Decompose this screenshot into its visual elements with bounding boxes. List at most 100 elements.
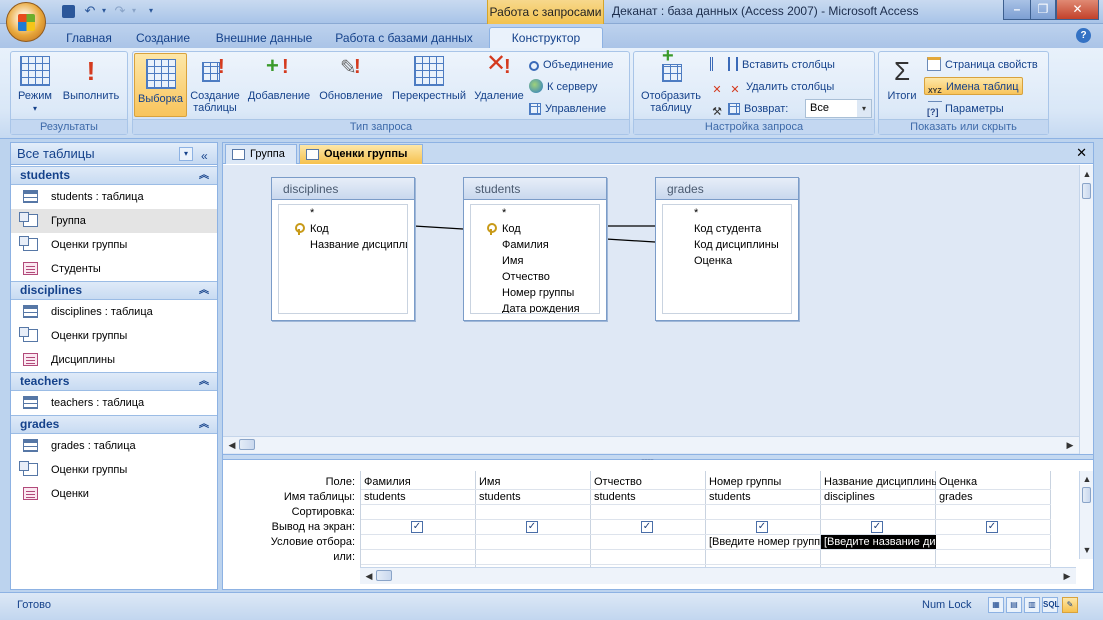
table-cell[interactable]: students (706, 490, 821, 505)
join-line-students-grades-2[interactable] (605, 238, 656, 243)
field-item[interactable]: * (471, 205, 599, 221)
sort-cell[interactable] (476, 505, 591, 520)
criteria-cell[interactable]: [Введите номер группы] (706, 535, 821, 550)
tab-home[interactable]: Главная (58, 28, 120, 48)
chevron-down-icon[interactable]: ▾ (857, 100, 871, 117)
tab-external-data[interactable]: Внешние данные (208, 28, 320, 48)
union-query-button[interactable]: Объединение (529, 56, 613, 74)
totals-button[interactable]: Σ Итоги (882, 56, 922, 118)
show-checkbox[interactable]: ✓ (871, 521, 883, 533)
field-item[interactable]: Код студента (663, 221, 791, 237)
field-item[interactable]: Код дисциплины (663, 237, 791, 253)
nav-group-teachers[interactable]: teachers ︽ (11, 372, 217, 391)
sort-cell[interactable] (361, 505, 476, 520)
table-box-title[interactable]: students (464, 178, 606, 200)
sort-cell[interactable] (706, 505, 821, 520)
field-cell[interactable]: Фамилия (361, 475, 476, 490)
nav-item[interactable]: Студенты (11, 257, 217, 281)
collapse-chevron-icon[interactable]: ︽ (199, 167, 209, 184)
criteria-cell[interactable] (936, 535, 1051, 550)
or-cell[interactable] (936, 550, 1051, 565)
grid-vertical-scrollbar[interactable]: ▲ ▼ (1079, 471, 1093, 559)
scroll-right-icon[interactable]: ▶ (1060, 569, 1074, 583)
nav-item[interactable]: Оценки группы (11, 233, 217, 257)
nav-item[interactable]: Оценки (11, 482, 217, 506)
show-checkbox[interactable]: ✓ (641, 521, 653, 533)
scroll-up-icon[interactable]: ▲ (1080, 472, 1094, 486)
show-table-button[interactable]: + Отобразить таблицу (636, 46, 706, 118)
table-box-title[interactable]: grades (656, 178, 798, 200)
shutter-bar-close-icon[interactable]: « (201, 145, 208, 167)
scroll-thumb[interactable] (376, 570, 392, 581)
delete-query-button[interactable]: ✕! Удаление (471, 52, 527, 118)
field-item[interactable]: Оценка (663, 253, 791, 269)
table-box-disciplines[interactable]: disciplines *КодНазвание дисциплины (271, 177, 415, 321)
field-item[interactable]: Отчество (471, 269, 599, 285)
scroll-right-icon[interactable]: ▶ (1063, 438, 1077, 452)
or-cell[interactable] (821, 550, 936, 565)
save-icon[interactable] (62, 5, 75, 18)
maximize-button[interactable]: ❐ (1030, 0, 1056, 20)
sql-view-button[interactable]: SQL (1042, 597, 1059, 613)
nav-group-grades[interactable]: grades ︽ (11, 415, 217, 434)
nav-item[interactable]: students : таблица (11, 185, 217, 209)
scroll-thumb[interactable] (1082, 487, 1091, 503)
property-sheet-button[interactable]: Страница свойств (927, 56, 1038, 74)
scroll-down-icon[interactable]: ▼ (1080, 543, 1094, 557)
doc-tab-group-grades[interactable]: Оценки группы (299, 144, 423, 164)
scroll-thumb[interactable] (1082, 183, 1091, 199)
sort-cell[interactable] (591, 505, 706, 520)
make-table-button[interactable]: ! Создание таблицы (188, 56, 242, 118)
show-checkbox[interactable]: ✓ (411, 521, 423, 533)
field-item[interactable]: Имя (471, 253, 599, 269)
close-button[interactable]: ✕ (1056, 0, 1099, 20)
table-cell[interactable]: students (476, 490, 591, 505)
tab-database-tools[interactable]: Работа с базами данных (330, 28, 478, 48)
tab-create[interactable]: Создание (128, 28, 198, 48)
crosstab-query-button[interactable]: Перекрестный (388, 56, 470, 118)
view-mode-button[interactable]: Режим ▾ (15, 56, 55, 118)
nav-item[interactable]: grades : таблица (11, 434, 217, 458)
sort-cell[interactable] (821, 505, 936, 520)
table-box-title[interactable]: disciplines (272, 178, 414, 200)
close-document-icon[interactable]: ✕ (1076, 145, 1087, 161)
help-icon[interactable]: ? (1076, 28, 1091, 43)
nav-item[interactable]: Группа (11, 209, 217, 233)
field-item[interactable]: Название дисциплины (279, 237, 407, 253)
criteria-cell[interactable]: [Введите название дисциплины] (821, 535, 936, 550)
field-item[interactable]: Дата рождения (471, 301, 599, 313)
passthrough-query-button[interactable]: К серверу (529, 78, 598, 96)
pivotchart-view-button[interactable]: ▥ (1024, 597, 1040, 613)
field-cell[interactable]: Отчество (591, 475, 706, 490)
nav-group-students[interactable]: students ︽ (11, 166, 217, 185)
criteria-cell[interactable] (476, 535, 591, 550)
redo-dropdown-icon[interactable]: ▾ (126, 3, 142, 19)
or-cell[interactable] (706, 550, 821, 565)
parameters-button[interactable]: [?] Параметры (927, 100, 1004, 118)
table-box-students[interactable]: students * Код Фамилия Имя Отчество Номер груп… (463, 177, 607, 321)
undo-dropdown-icon[interactable]: ▾ (96, 3, 112, 19)
update-query-button[interactable]: ✎! Обновление (315, 56, 387, 118)
scroll-thumb[interactable] (239, 439, 255, 450)
field-cell[interactable]: Номер группы (706, 475, 821, 490)
table-cell[interactable]: grades (936, 490, 1051, 505)
scroll-left-icon[interactable]: ◀ (225, 438, 239, 452)
nav-item[interactable]: Оценки группы (11, 458, 217, 482)
field-item[interactable]: * (663, 205, 791, 221)
table-box-grades[interactable]: grades * Код студента Код дисциплины Оценка (655, 177, 799, 321)
collapse-chevron-icon[interactable]: ︽ (199, 373, 209, 390)
table-names-button[interactable]: XYZ Имена таблиц (924, 77, 1023, 102)
table-cell[interactable]: students (361, 490, 476, 505)
sort-cell[interactable] (936, 505, 1051, 520)
data-definition-button[interactable]: Управление (529, 100, 606, 118)
return-combo[interactable]: Все ▾ (805, 99, 872, 118)
field-item[interactable]: Фамилия (471, 237, 599, 253)
delete-columns-button[interactable]: ✕ ✕ Удалить столбцы (710, 78, 834, 96)
nav-item[interactable]: Дисциплины (11, 348, 217, 372)
pane-splitter[interactable]: ........ (223, 452, 1093, 462)
criteria-cell[interactable] (361, 535, 476, 550)
field-item[interactable]: Код (279, 221, 407, 237)
or-cell[interactable] (361, 550, 476, 565)
nav-item[interactable]: Оценки группы (11, 324, 217, 348)
field-cell[interactable]: Имя (476, 475, 591, 490)
